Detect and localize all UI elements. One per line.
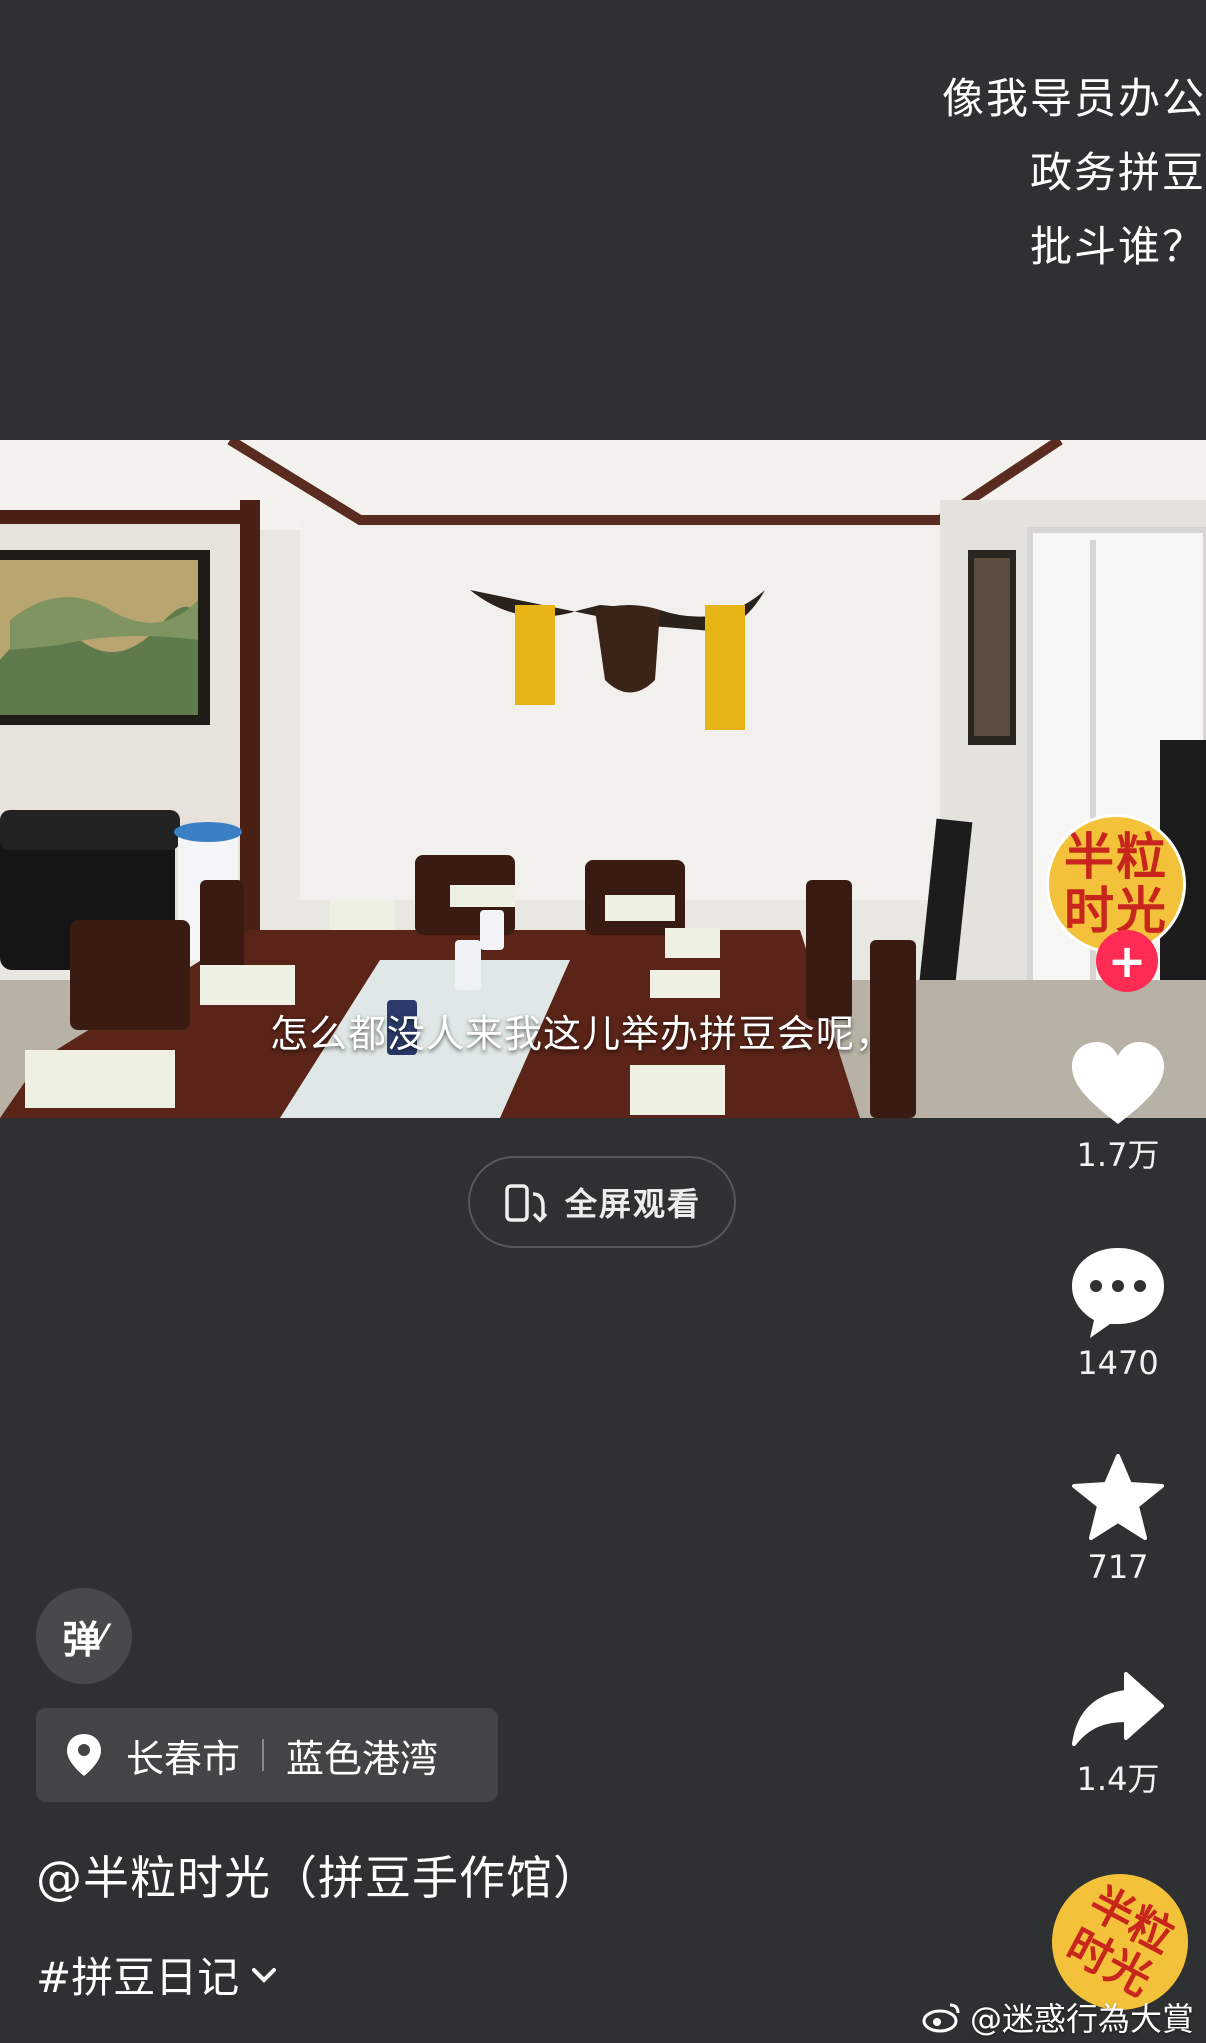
author-handle[interactable]: @半粒时光（拼豆手作馆） (36, 1842, 600, 1908)
share-arrow-icon (1072, 1672, 1164, 1746)
author-avatar-group[interactable]: 半粒 时光 + (1046, 814, 1190, 994)
location-divider (262, 1739, 265, 1771)
like-count: 1.7万 (1076, 1136, 1160, 1174)
share-count: 1.4万 (1076, 1760, 1160, 1798)
phone-rotate-icon (505, 1184, 547, 1223)
fullscreen-button[interactable]: 全屏观看 (468, 1156, 736, 1248)
avatar-text: 半粒 时光 (1064, 828, 1168, 940)
video-subtitle: 怎么都没人来我这儿举办拼豆会呢， (270, 1012, 895, 1056)
favorite-button[interactable]: 717 (1048, 1452, 1188, 1586)
star-icon (1072, 1454, 1164, 1540)
caption-line-2: 政务拼豆 (1029, 148, 1206, 197)
weibo-watermark: @迷惑行為大賞 (922, 1994, 1194, 2040)
caption-line-1: 像我导员办公 (941, 74, 1206, 123)
weibo-logo-icon (922, 2003, 960, 2033)
danmu-label: 弹 (62, 1617, 101, 1662)
comment-count: 1470 (1077, 1344, 1159, 1382)
chevron-down-icon (252, 1967, 277, 1983)
watermark-text: @迷惑行為大賞 (969, 2000, 1194, 2038)
location-chip[interactable]: 长春市 蓝色港湾 (36, 1708, 498, 1802)
video-caption: 像我导员办公 政务拼豆 批斗谁？ (916, 62, 1206, 284)
music-disc-text: 半粒 时光 (1058, 1877, 1183, 2006)
danmu-slash-icon: ⁄ (100, 1618, 106, 1654)
heart-icon (1072, 1042, 1164, 1124)
hashtag-link[interactable]: #拼豆日记 (36, 1944, 279, 2005)
location-pin-icon (67, 1734, 101, 1776)
comment-icon (1072, 1248, 1164, 1338)
danmu-toggle-button[interactable]: 弹 ⁄ (36, 1588, 132, 1684)
comment-button[interactable]: 1470 (1048, 1244, 1188, 1382)
share-button[interactable]: 1.4万 (1048, 1670, 1188, 1800)
follow-button[interactable]: + (1096, 930, 1158, 992)
location-city: 长春市 (126, 1736, 241, 1781)
hashtag-label: #拼豆日记 (36, 1953, 240, 2002)
like-button[interactable]: 1.7万 (1048, 1040, 1188, 1176)
favorite-count: 717 (1087, 1548, 1149, 1586)
caption-line-3: 批斗谁？ (1029, 222, 1206, 271)
fullscreen-label: 全屏观看 (564, 1185, 701, 1223)
location-place: 蓝色港湾 (286, 1736, 439, 1781)
